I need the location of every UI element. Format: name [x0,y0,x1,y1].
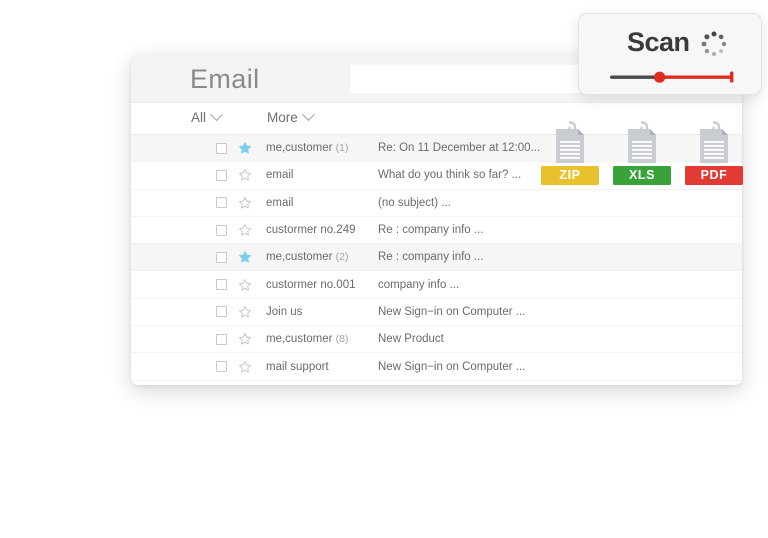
row-subject: New Product [378,333,444,346]
row-subject: Re: On 11 December at 12:00... [378,142,541,155]
row-sender: email [266,196,294,209]
badge-label: PDF [685,166,743,185]
row-star[interactable] [238,141,252,155]
badge-label: ZIP [541,166,599,185]
row-star[interactable] [238,332,252,346]
filter-all-dropdown[interactable]: All [191,108,223,125]
email-row[interactable]: email (no subject) ... [131,189,742,217]
row-checkbox[interactable] [216,197,227,209]
scan-card[interactable]: Scan [578,13,762,95]
scan-progress-slider[interactable] [608,70,736,84]
row-star[interactable] [238,196,252,210]
row-checkbox[interactable] [216,333,227,345]
row-thread-count: (2) [335,251,349,264]
star-filled-icon[interactable] [238,250,252,264]
row-checkbox[interactable] [216,142,227,154]
star-outline-icon[interactable] [238,223,252,237]
row-sender: custormer no.001 [266,278,356,291]
row-checkbox[interactable] [216,251,227,263]
email-row[interactable]: Join us New Sign−in on Computer ... [131,298,742,327]
row-subject: Re : company info ... [378,251,484,264]
row-sender: mail support [266,360,329,373]
star-outline-icon[interactable] [238,360,252,374]
email-row[interactable]: custormer no.249 Re : company info ... [131,216,742,245]
row-star[interactable] [238,305,252,319]
screenshot-stage: Email All More me,customer (1) Re: On 11 … [0,0,768,538]
star-outline-icon[interactable] [238,278,252,292]
row-star[interactable] [238,223,252,237]
attachment-badge[interactable]: PDF [685,119,743,185]
scan-title: Scan [627,27,690,57]
star-outline-icon[interactable] [238,168,252,182]
loading-spinner-icon [701,31,727,57]
email-row[interactable]: me,customer (8) New Product [131,326,742,354]
row-checkbox[interactable] [216,169,227,181]
row-checkbox[interactable] [216,361,227,373]
row-sender: me,customer (8) [266,333,349,346]
row-subject: company info ... [378,278,460,291]
document-icon [628,121,656,163]
more-dropdown[interactable]: More [267,108,315,125]
row-subject: What do you think so far? ... [378,169,522,182]
row-sender: email [266,169,294,182]
slider-graphic [610,71,734,83]
document-icon [700,121,728,163]
row-star[interactable] [238,278,252,292]
row-sender: Join us [266,305,303,318]
email-row[interactable]: mail support New Sign−in on Computer ... [131,353,742,381]
row-star[interactable] [238,360,252,374]
row-thread-count: (1) [335,142,349,155]
email-row[interactable]: me,customer (2) Re : company info ... [131,244,742,272]
row-subject: Re : company info ... [378,224,484,237]
row-sender: me,customer (1) [266,142,349,155]
email-window: Email All More me,customer (1) Re: On 11 … [131,55,742,385]
row-sender: me,customer (2) [266,251,349,264]
chevron-down-icon [210,108,223,122]
attachment-badge[interactable]: XLS [613,119,671,185]
row-thread-count: (8) [335,333,349,346]
attachment-badges: ZIP XLS PDF [541,119,743,185]
page-title: Email [190,64,260,94]
row-subject: New Sign−in on Computer ... [378,305,526,318]
row-subject: New Sign−in on Computer ... [378,360,526,373]
email-row[interactable]: custormer no.001 company info ... [131,271,742,299]
row-checkbox[interactable] [216,279,227,291]
document-icon [556,121,584,163]
star-outline-icon[interactable] [238,332,252,346]
row-star[interactable] [238,250,252,264]
row-sender: custormer no.249 [266,224,356,237]
attachment-badge[interactable]: ZIP [541,119,599,185]
star-filled-icon[interactable] [238,141,252,155]
row-checkbox[interactable] [216,306,227,318]
row-checkbox[interactable] [216,224,227,236]
filter-all-label: All [191,110,207,125]
chevron-down-icon [301,108,315,122]
row-subject: (no subject) ... [378,196,451,209]
row-star[interactable] [238,168,252,182]
more-label: More [267,110,298,125]
star-outline-icon[interactable] [238,196,252,210]
badge-label: XLS [613,166,671,185]
star-outline-icon[interactable] [238,305,252,319]
